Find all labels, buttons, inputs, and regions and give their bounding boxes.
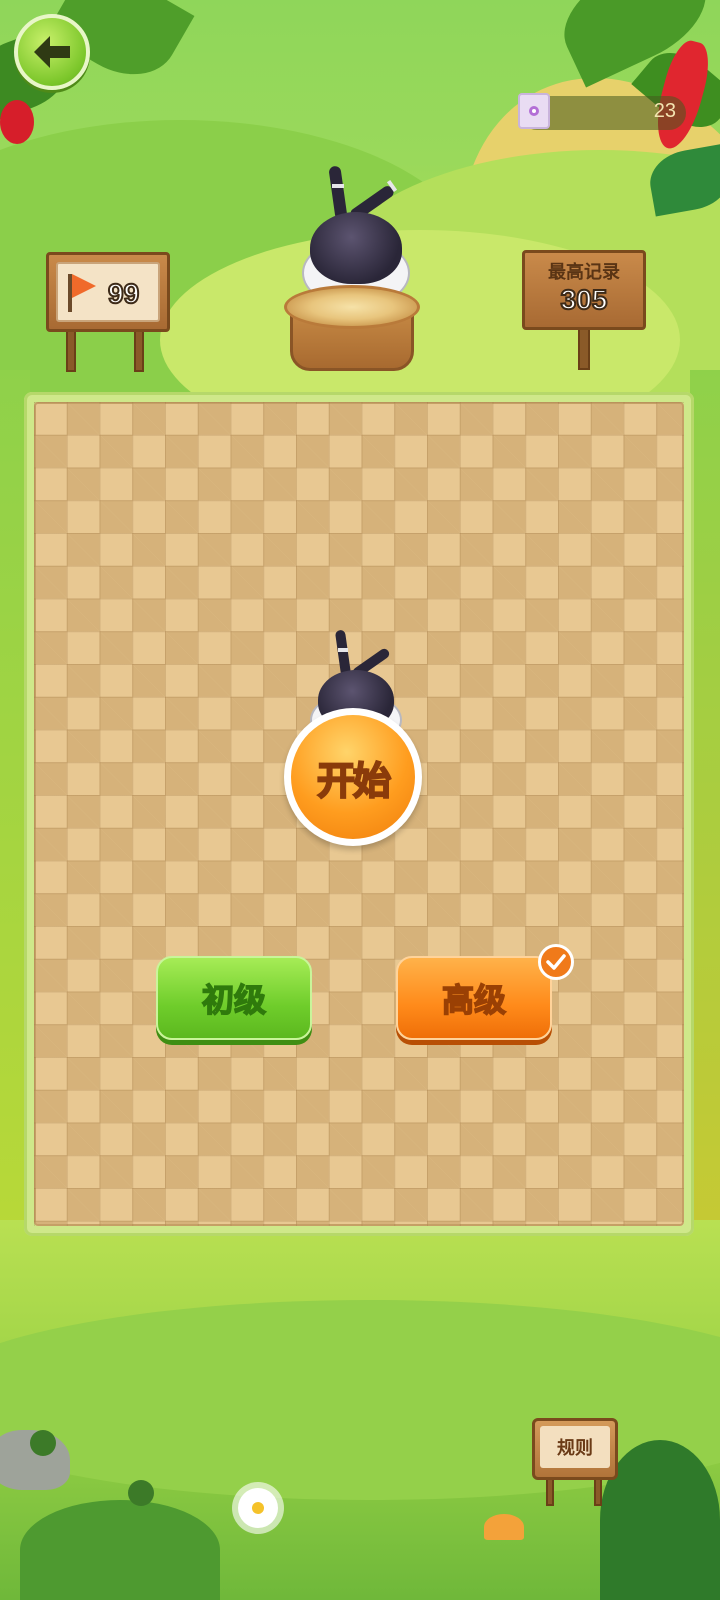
back-button[interactable] [14, 14, 90, 90]
card-counter: 23 [518, 93, 686, 130]
flower-decoration [30, 1430, 56, 1456]
mascot-head [310, 212, 402, 284]
hard-level-label: 高级 [441, 980, 507, 1020]
start-label: 开始 [316, 758, 392, 804]
ear-band [332, 184, 344, 188]
mushroom-decoration [484, 1514, 524, 1540]
stump-top [284, 285, 420, 329]
leaf-decoration [0, 100, 34, 144]
hard-level-button[interactable]: 高级 [396, 956, 552, 1040]
back-arrow-icon [34, 36, 70, 68]
level-flag-sign: 99 [46, 252, 172, 372]
best-record-sign: 最高记录 305 [522, 250, 648, 370]
ear-band [338, 648, 348, 652]
rules-label: 规则 [557, 1438, 593, 1459]
rules-paper: 规则 [540, 1426, 610, 1468]
tree-stump [284, 285, 420, 371]
start-button-face: 开始 [291, 715, 415, 839]
level-number: 99 [107, 277, 140, 310]
best-record-value: 305 [560, 283, 609, 316]
flower-decoration [252, 1502, 264, 1514]
best-record-title: 最高记录 [548, 262, 620, 283]
flag-icon [72, 274, 96, 298]
plant-decoration [20, 1500, 220, 1600]
side-wall [690, 370, 720, 1230]
card-count: 23 [653, 100, 676, 122]
easy-level-label: 初级 [201, 980, 267, 1020]
easy-level-button[interactable]: 初级 [156, 956, 312, 1040]
check-icon [538, 944, 574, 980]
start-button[interactable]: 开始 [284, 708, 422, 846]
flower-decoration [128, 1480, 154, 1506]
rules-button[interactable]: 规则 [532, 1412, 622, 1508]
card-icon [518, 93, 550, 129]
